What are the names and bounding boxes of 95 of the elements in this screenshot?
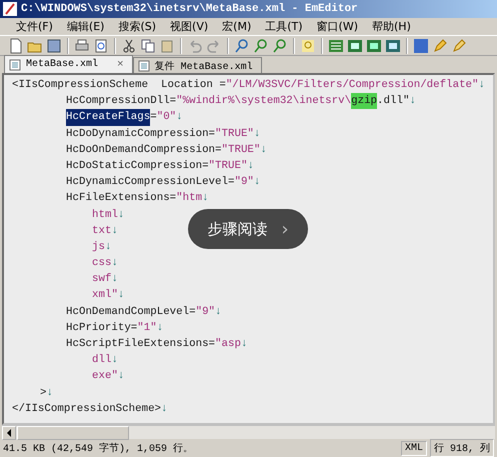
print-preview-icon[interactable] (93, 38, 109, 54)
line-end-mark: ↓ (118, 369, 124, 384)
code-text: "1" (137, 320, 157, 336)
step-reading-button[interactable]: 步骤阅读 › (188, 209, 308, 249)
pencil-icon[interactable] (451, 38, 467, 54)
window-title: C:\WINDOWS\system32\inetsrv\MetaBase.xml - EmEditor (21, 3, 358, 15)
line-end-mark: ↓ (111, 256, 118, 272)
cursor-position: 行 918, 列 (430, 439, 494, 457)
code-text: HcDoOnDemandCompression= (66, 142, 222, 158)
menu-item[interactable]: 窗口(W) (310, 19, 364, 34)
line-end-mark: ↓ (478, 78, 486, 93)
code-text: = (150, 110, 157, 126)
horizontal-scrollbar[interactable] (2, 425, 495, 439)
menu-item[interactable]: 视图(V) (164, 19, 214, 34)
line-end-mark: ↓ (156, 320, 164, 336)
code-text: HcCompressionDll= (66, 94, 176, 110)
find-next-icon[interactable] (253, 38, 269, 54)
menu-item[interactable]: 帮助(H) (366, 19, 417, 34)
code-text: "htm (176, 191, 202, 206)
line-end-mark: ↓ (161, 402, 168, 417)
window-icon[interactable] (366, 38, 382, 54)
code-text: "TRUE" (208, 158, 248, 174)
line-end-mark: ↓ (104, 240, 112, 255)
code-text: HcOnDemandCompLevel= (66, 304, 196, 320)
find-previous-icon[interactable] (272, 38, 288, 54)
line-end-mark: ↓ (176, 110, 183, 126)
document-icon (138, 60, 150, 72)
line-end-mark: ↓ (111, 272, 118, 288)
print-icon[interactable] (74, 38, 90, 54)
line-end-mark: ↓ (111, 224, 118, 239)
code-text: > (40, 386, 46, 401)
document-tab[interactable]: 复件 MetaBase.xml (132, 57, 262, 73)
code-text: txt (92, 224, 112, 239)
menu-item[interactable]: 工具(T) (259, 19, 309, 34)
line-end-mark: ↓ (202, 191, 209, 206)
line-end-mark: ↓ (254, 175, 260, 190)
code-text: HcDoStaticCompression= (66, 158, 209, 174)
code-text: "TRUE" (215, 126, 254, 142)
document-icon (9, 58, 21, 70)
code-text: "9" (196, 304, 216, 320)
window-icon[interactable] (347, 38, 363, 54)
code-text: swf (92, 272, 112, 288)
line-end-mark: ↓ (118, 208, 124, 222)
scrollbar-thumb[interactable] (17, 426, 129, 440)
line-end-mark: ↓ (260, 142, 267, 158)
app-icon (3, 2, 17, 16)
pencil-icon[interactable] (432, 38, 448, 54)
menu-item[interactable]: 搜索(S) (112, 19, 162, 34)
line-end-mark: ↓ (254, 126, 260, 142)
window-icon[interactable] (385, 38, 401, 54)
tab-label: MetaBase.xml (26, 59, 98, 70)
code-text: HcScriptFileExtensions= (66, 337, 216, 352)
scissors-icon[interactable] (121, 38, 137, 54)
search-icon[interactable] (234, 38, 250, 54)
code-text: exe" (92, 369, 118, 384)
selected-text: HcCreateFlags (66, 109, 150, 126)
code-text: css (92, 256, 112, 272)
code-text: HcPriority= (66, 320, 138, 336)
code-text: .dll" (377, 94, 410, 110)
menu-item[interactable]: 编辑(E) (60, 19, 110, 34)
code-text: "%windir%\system32\inetsrv\ (176, 94, 352, 110)
list-view-icon[interactable] (328, 38, 344, 54)
code-text: "0" (156, 110, 176, 126)
tab-label: 复件 MetaBase.xml (154, 60, 253, 72)
line-end-mark: ↓ (215, 304, 222, 320)
line-end-mark: ↓ (240, 337, 248, 352)
line-end-mark: ↓ (409, 94, 416, 110)
line-end-mark: ↓ (247, 158, 254, 174)
code-text: "TRUE" (222, 142, 260, 158)
code-text: HcDoDynamicCompression= (66, 126, 216, 142)
code-text: dll (92, 353, 112, 368)
code-text: xml" (92, 288, 118, 304)
highlighted-text: gzip (351, 93, 378, 110)
mode-indicator: XML (400, 440, 427, 456)
line-end-mark: ↓ (111, 353, 118, 368)
code-text: "/LM/W3SVC/Filters/Compression/deflate" (226, 78, 479, 93)
menu-item[interactable]: 宏(M) (216, 19, 258, 34)
menu-item[interactable]: 文件(F) (10, 19, 59, 34)
code-text: <IIsCompressionScheme Location = (12, 78, 226, 93)
code-text: html (92, 208, 118, 222)
close-tab-button[interactable]: × (117, 58, 124, 70)
copy-icon[interactable] (140, 38, 156, 54)
line-end-mark: ↓ (118, 288, 124, 304)
scroll-left-icon[interactable] (6, 428, 12, 436)
code-text: "9" (234, 175, 254, 190)
paste-icon[interactable] (159, 38, 175, 54)
file-info: 41.5 KB (42,549 字节), 1,059 行。 (3, 442, 194, 455)
code-text: </IIsCompressionScheme> (12, 402, 162, 417)
editor-area[interactable] (2, 73, 495, 425)
document-tab[interactable]: MetaBase.xml × (4, 55, 133, 73)
line-end-mark: ↓ (46, 386, 53, 401)
code-text: "asp (215, 337, 241, 352)
code-text: js (92, 240, 105, 255)
code-text: HcDynamicCompressionLevel= (66, 175, 234, 190)
code-text: HcFileExtensions= (66, 191, 176, 206)
